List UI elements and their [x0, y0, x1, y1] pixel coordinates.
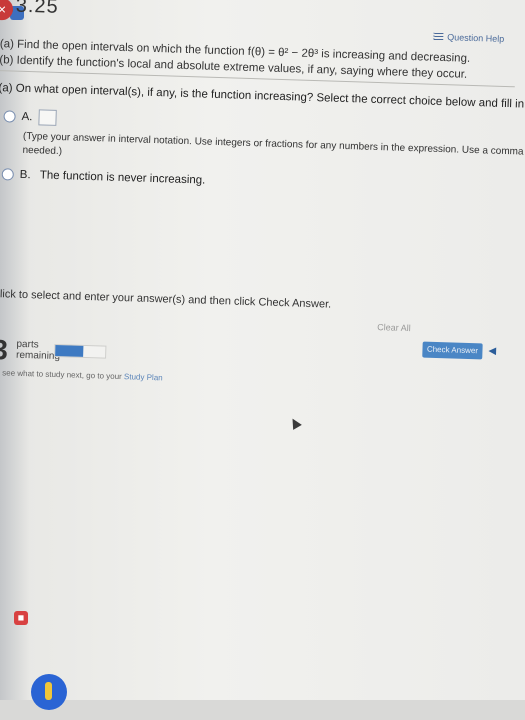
next-arrow-icon[interactable]: ◀ [488, 346, 496, 357]
parts-label: parts [16, 338, 39, 351]
instruction-text: Click to select and enter your answer(s)… [0, 287, 332, 311]
choice-b-text: The function is never increasing. [39, 169, 206, 187]
question-help-label: Question Help [447, 32, 505, 44]
progress-bar [54, 343, 107, 359]
study-plan-text: To see what to study next, go to your St… [0, 368, 163, 382]
part-a-prompt: (a) On what open interval(s), if any, is… [0, 82, 525, 117]
choice-a-hint: (Type your answer in interval notation. … [22, 130, 525, 161]
choice-a-label: A. [21, 110, 33, 124]
choice-b-radio[interactable] [1, 168, 14, 181]
list-icon [433, 32, 444, 42]
choice-a-radio[interactable] [3, 110, 16, 123]
clear-all-button[interactable]: Clear All [377, 322, 411, 333]
answer-box[interactable] [38, 109, 57, 126]
choice-a[interactable]: A. [3, 108, 57, 126]
choice-a-hint-2: needed.) [22, 144, 63, 158]
choice-b[interactable]: B. The function is never increasing. [1, 168, 206, 187]
parts-remaining-count: 3 [0, 334, 9, 366]
question-panel: 4.3.25 × Question Help (a) Find the open… [0, 0, 525, 714]
study-plan-link[interactable]: Study Plan [124, 372, 163, 382]
progress-fill [55, 345, 83, 357]
choice-b-label: B. [19, 168, 31, 182]
study-prefix: To see what to study next, go to your [0, 368, 125, 382]
check-answer-button[interactable]: Check Answer [422, 341, 483, 360]
question-help-link[interactable]: Question Help [433, 32, 504, 44]
